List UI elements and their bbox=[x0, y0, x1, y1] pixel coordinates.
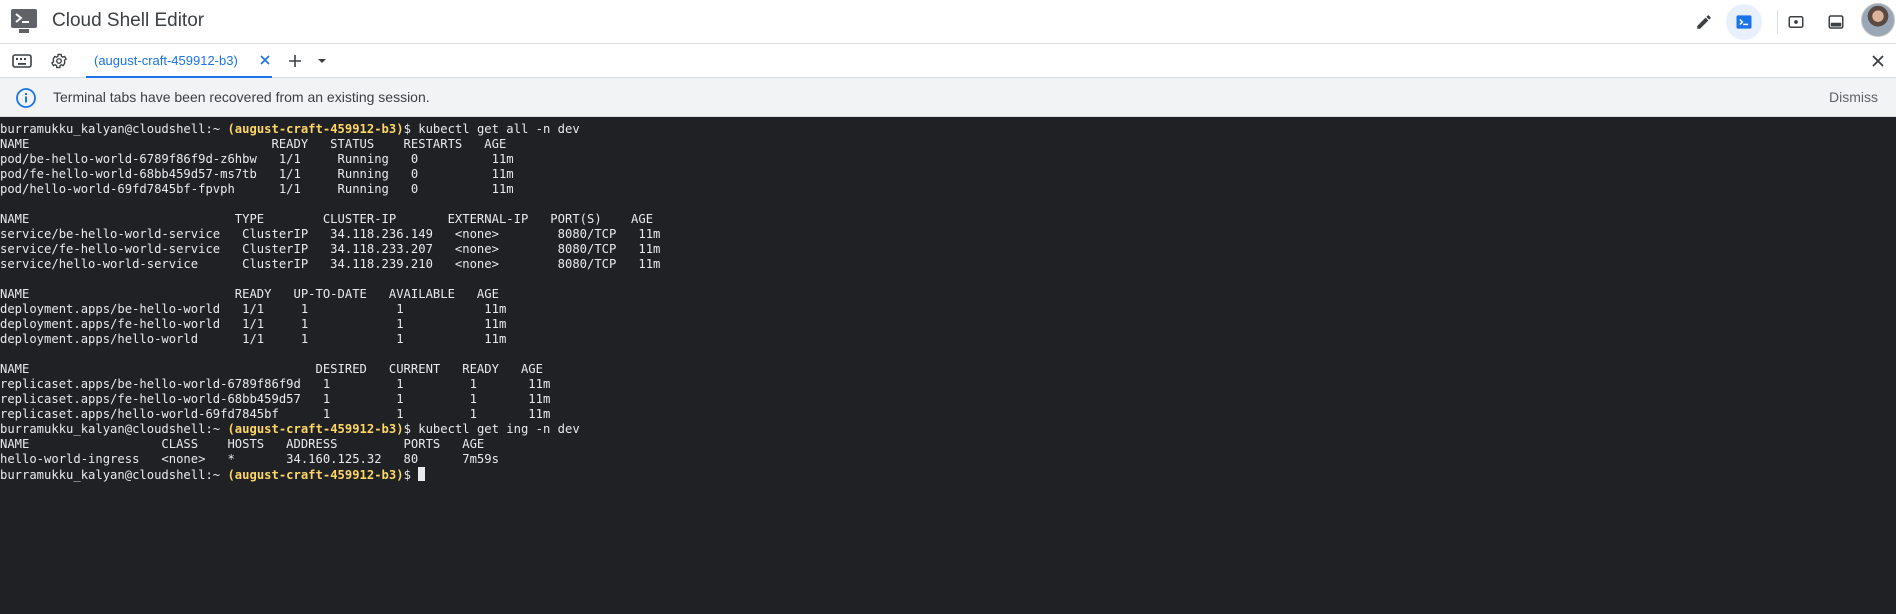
close-tab-icon[interactable] bbox=[257, 52, 273, 68]
cloud-shell-logo-icon bbox=[10, 8, 38, 34]
settings-icon[interactable] bbox=[50, 52, 68, 75]
terminal-output-line: replicaset.apps/hello-world-69fd7845bf 1… bbox=[0, 407, 551, 421]
terminal-output-line: hello-world-ingress <none> * 34.160.125.… bbox=[0, 452, 499, 466]
terminal-output-line: NAME CLASS HOSTS ADDRESS PORTS AGE bbox=[0, 437, 485, 451]
prompt-project: (august-craft-459912-b3) bbox=[227, 122, 404, 136]
terminal-cursor bbox=[418, 467, 426, 481]
terminal-output-line: deployment.apps/be-hello-world 1/1 1 1 1… bbox=[0, 302, 507, 316]
terminal-output-line: deployment.apps/hello-world 1/1 1 1 11m bbox=[0, 332, 507, 346]
prompt-user: burramukku_kalyan@cloudshell:~ bbox=[0, 122, 228, 136]
prompt-command: $ bbox=[403, 468, 419, 482]
app-header: Cloud Shell Editor bbox=[0, 0, 1896, 44]
avatar[interactable] bbox=[1861, 3, 1895, 37]
terminal-output-line: NAME READY UP-TO-DATE AVAILABLE AGE bbox=[0, 287, 499, 301]
info-banner: Terminal tabs have been recovered from a… bbox=[0, 78, 1896, 117]
chevron-down-icon[interactable] bbox=[316, 54, 328, 72]
tab-label: (august-craft-459912-b3) bbox=[94, 53, 238, 68]
terminal-output-line: pod/hello-world-69fd7845bf-fpvph 1/1 Run… bbox=[0, 182, 514, 196]
terminal-output-line: service/be-hello-world-service ClusterIP… bbox=[0, 227, 661, 241]
terminal-tab-bar: (august-craft-459912-b3) bbox=[0, 44, 1896, 78]
keyboard-icon[interactable] bbox=[12, 53, 32, 74]
terminal-prompt-line: burramukku_kalyan@cloudshell:~ (august-c… bbox=[0, 422, 1896, 437]
prompt-user: burramukku_kalyan@cloudshell:~ bbox=[0, 422, 228, 436]
terminal-icon[interactable] bbox=[1726, 4, 1762, 40]
close-icon[interactable] bbox=[1869, 52, 1887, 75]
terminal-output-line: service/fe-hello-world-service ClusterIP… bbox=[0, 242, 661, 256]
prompt-command: $ kubectl get all -n dev bbox=[403, 122, 580, 136]
terminal-output-line: replicaset.apps/fe-hello-world-68bb459d5… bbox=[0, 392, 551, 406]
layout-icon[interactable] bbox=[1818, 4, 1854, 40]
preview-icon[interactable] bbox=[1778, 4, 1814, 40]
add-tab-icon[interactable] bbox=[286, 52, 304, 75]
terminal-output-line: deployment.apps/fe-hello-world 1/1 1 1 1… bbox=[0, 317, 507, 331]
app-title: Cloud Shell Editor bbox=[52, 10, 205, 31]
terminal-output-line: NAME TYPE CLUSTER-IP EXTERNAL-IP PORT(S)… bbox=[0, 212, 654, 226]
terminal-prompt-line: burramukku_kalyan@cloudshell:~ (august-c… bbox=[0, 122, 1896, 137]
terminal-output[interactable]: burramukku_kalyan@cloudshell:~ (august-c… bbox=[0, 118, 1896, 614]
prompt-project: (august-craft-459912-b3) bbox=[227, 468, 404, 482]
terminal-output-line: pod/be-hello-world-6789f86f9d-z6hbw 1/1 … bbox=[0, 152, 514, 166]
prompt-command: $ kubectl get ing -n dev bbox=[403, 422, 580, 436]
terminal-output-line: service/hello-world-service ClusterIP 34… bbox=[0, 257, 661, 271]
prompt-user: burramukku_kalyan@cloudshell:~ bbox=[0, 468, 228, 482]
tab-august-craft[interactable]: (august-craft-459912-b3) bbox=[86, 44, 272, 78]
terminal-output-line: pod/fe-hello-world-68bb459d57-ms7tb 1/1 … bbox=[0, 167, 514, 181]
terminal-output-line: replicaset.apps/be-hello-world-6789f86f9… bbox=[0, 377, 551, 391]
terminal-prompt-line: burramukku_kalyan@cloudshell:~ (august-c… bbox=[0, 467, 1896, 482]
terminal-output-line: NAME READY STATUS RESTARTS AGE bbox=[0, 137, 507, 151]
info-icon bbox=[15, 87, 37, 114]
banner-message: Terminal tabs have been recovered from a… bbox=[53, 89, 430, 105]
prompt-project: (august-craft-459912-b3) bbox=[227, 422, 404, 436]
dismiss-button[interactable]: Dismiss bbox=[1829, 89, 1878, 105]
edit-icon[interactable] bbox=[1686, 4, 1722, 40]
terminal-output-line: NAME DESIRED CURRENT READY AGE bbox=[0, 362, 543, 376]
